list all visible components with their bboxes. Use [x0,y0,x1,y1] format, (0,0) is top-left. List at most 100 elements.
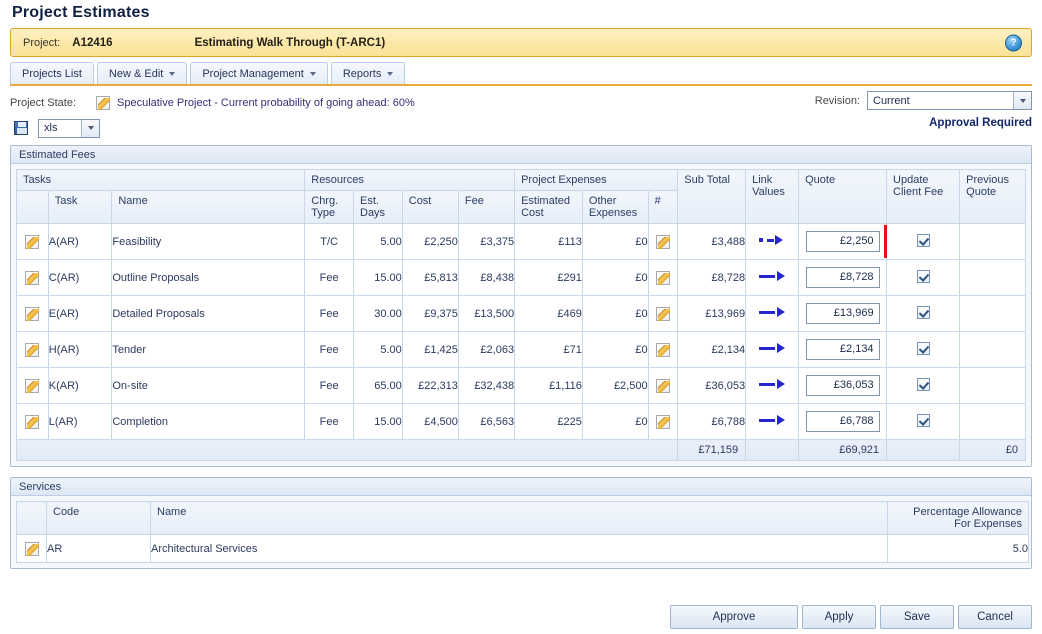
menu-item-reports[interactable]: Reports [330,62,406,84]
edit-pencil-icon[interactable] [655,270,670,285]
edit-pencil-icon[interactable] [655,414,670,429]
services-table-body: AR Architectural Services 5.0 [16,534,1029,563]
edit-pencil-icon[interactable] [96,95,110,110]
column-header-task: Task [47,190,113,224]
edit-pencil-icon[interactable] [25,414,40,429]
totals-quote: £69,921 [798,439,888,461]
cancel-button[interactable]: Cancel [958,605,1032,629]
update-client-fee-checkbox[interactable] [916,269,930,283]
quote-input[interactable]: £36,053 [805,375,880,396]
export-format-select[interactable]: xls [38,118,100,138]
export-save-icon[interactable] [10,117,32,139]
update-client-fee-checkbox[interactable] [916,233,930,247]
edit-pencil-icon[interactable] [25,234,40,249]
cell-link-values[interactable] [745,331,800,368]
cell-name: Outline Proposals [111,259,306,296]
export-format-value: xls [44,122,58,134]
edit-pencil-icon[interactable] [655,342,670,357]
update-client-fee-checkbox[interactable] [916,413,930,427]
row-edit-cell[interactable] [16,295,49,332]
save-button[interactable]: Save [880,605,954,629]
quote-input[interactable]: £2,250 [805,231,880,252]
menu-item-new-and-edit[interactable]: New & Edit [96,62,188,84]
services-panel-title: Services [11,478,1031,496]
cell-update-client-fee[interactable] [886,403,961,440]
update-client-fee-checkbox[interactable] [916,305,930,319]
column-header-hash: # [647,190,679,224]
edit-pencil-icon[interactable] [655,234,670,249]
chevron-down-icon[interactable] [81,119,99,137]
cell-quote[interactable]: £6,788 [798,403,888,440]
cell-expenses-edit[interactable] [647,367,679,404]
cell-link-values[interactable] [745,367,800,404]
cell-chrg-type: Fee [304,295,354,332]
link-values-arrow-icon[interactable] [759,342,786,354]
cell-quote[interactable]: £8,728 [798,259,888,296]
row-edit-cell[interactable] [16,403,49,440]
column-header-row-action [16,190,49,224]
edit-pencil-icon[interactable] [25,378,40,393]
chevron-down-icon[interactable] [1013,92,1031,109]
totals-spacer [15,439,679,461]
cell-quote[interactable]: £36,053 [798,367,888,404]
cell-expenses-edit[interactable] [647,259,679,296]
cell-update-client-fee[interactable] [886,259,961,296]
cell-link-values[interactable] [745,403,800,440]
cell-expenses-edit[interactable] [647,223,679,260]
update-client-fee-checkbox[interactable] [916,341,930,355]
cell-link-values[interactable] [745,223,800,260]
row-edit-cell[interactable] [16,259,49,296]
cell-other-expenses: £0 [581,403,649,440]
cell-name: On-site [111,367,306,404]
edit-pencil-icon[interactable] [655,306,670,321]
cell-quote[interactable]: £13,969 [798,295,888,332]
link-values-broken-icon[interactable] [759,234,785,246]
column-header-name: Name [150,501,888,535]
cell-update-client-fee[interactable] [886,367,961,404]
row-edit-cell[interactable] [16,367,49,404]
apply-button[interactable]: Apply [802,605,876,629]
update-client-fee-checkbox[interactable] [916,377,930,391]
cell-link-values[interactable] [745,259,800,296]
quote-input[interactable]: £2,134 [805,339,880,360]
quote-input[interactable]: £8,728 [805,267,880,288]
cell-link-values[interactable] [745,295,800,332]
row-edit-cell[interactable] [16,534,47,563]
quote-input[interactable]: £6,788 [805,411,880,432]
cell-previous-quote [959,295,1026,332]
table-row: E(AR) Detailed Proposals Fee 30.00 £9,375 £13… [16,295,1026,332]
cell-expenses-edit[interactable] [647,403,679,440]
link-values-arrow-icon[interactable] [759,414,786,426]
cell-task: L(AR) [47,403,113,440]
edit-pencil-icon[interactable] [25,270,40,285]
link-values-arrow-icon[interactable] [759,306,786,318]
revision-select[interactable]: Current [867,91,1032,110]
cell-percentage-allowance: 5.0 [887,534,1029,563]
cell-expenses-edit[interactable] [647,331,679,368]
cell-update-client-fee[interactable] [886,295,961,332]
edit-pencil-icon[interactable] [655,378,670,393]
quote-input[interactable]: £13,969 [805,303,880,324]
column-header-name: Name [111,190,306,224]
cell-update-client-fee[interactable] [886,331,961,368]
link-values-arrow-icon[interactable] [759,378,786,390]
cell-chrg-type: Fee [304,367,354,404]
menu-item-project-management[interactable]: Project Management [190,62,328,84]
cell-sub-total: £8,728 [677,259,747,296]
edit-pencil-icon[interactable] [25,306,40,321]
menu-item-projects-list[interactable]: Projects List [10,62,94,84]
approve-button[interactable]: Approve [670,605,798,629]
column-header-fee: Fee [457,190,516,224]
row-edit-cell[interactable] [16,223,49,260]
link-values-arrow-icon[interactable] [759,270,786,282]
edit-pencil-icon[interactable] [24,541,39,556]
help-icon[interactable]: ? [1005,34,1022,51]
cell-quote[interactable]: £2,134 [798,331,888,368]
cell-quote[interactable]: £2,250 [798,223,888,260]
totals-previous-quote: £0 [959,439,1026,461]
cell-update-client-fee[interactable] [886,223,961,260]
cell-expenses-edit[interactable] [647,295,679,332]
services-table: Code Name Percentage Allowance For Expen… [16,501,1029,563]
row-edit-cell[interactable] [16,331,49,368]
edit-pencil-icon[interactable] [25,342,40,357]
